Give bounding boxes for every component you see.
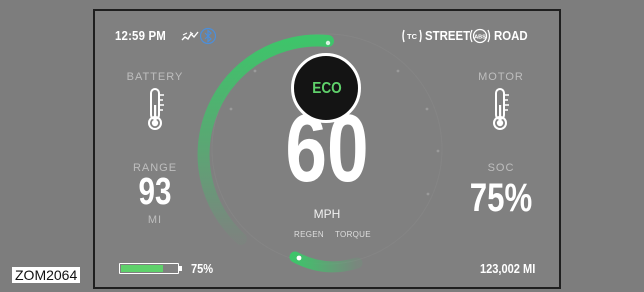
battery-label: BATTERY bbox=[126, 71, 184, 83]
dashboard-screen: 12:59 PM TC STREET ABS ROAD BATTERY RANG… bbox=[93, 9, 561, 289]
soc-label: SOC bbox=[487, 162, 515, 174]
battery-level-bar bbox=[119, 263, 183, 274]
street-mode-label[interactable]: STREET bbox=[425, 28, 470, 43]
bluetooth-icon[interactable] bbox=[200, 27, 216, 45]
soc-value: 75% bbox=[469, 176, 533, 220]
battery-level-fill bbox=[121, 265, 163, 272]
road-mode-label[interactable]: ROAD bbox=[494, 28, 528, 43]
battery-percent: 75% bbox=[191, 261, 214, 276]
odometer-value: 123,002 MI bbox=[480, 261, 536, 276]
battery-temperature-icon bbox=[148, 88, 164, 130]
motor-label: MOTOR bbox=[478, 71, 524, 83]
svg-text:TC: TC bbox=[407, 32, 418, 41]
traction-control-icon: TC bbox=[402, 29, 422, 43]
figure-caption: ZOM2064 bbox=[12, 267, 81, 283]
regen-label: REGEN bbox=[294, 230, 324, 239]
motor-temperature-icon bbox=[493, 88, 509, 130]
torque-label: TORQUE bbox=[335, 230, 371, 239]
svg-text:ABS: ABS bbox=[474, 35, 486, 41]
clock-time: 12:59 PM bbox=[115, 28, 167, 43]
range-value: 93 bbox=[138, 171, 172, 213]
signal-icon bbox=[181, 31, 199, 41]
drive-mode-label: ECO bbox=[312, 80, 342, 97]
speed-unit: MPH bbox=[313, 207, 341, 221]
abs-icon: ABS bbox=[469, 28, 491, 44]
range-unit: MI bbox=[147, 214, 163, 226]
